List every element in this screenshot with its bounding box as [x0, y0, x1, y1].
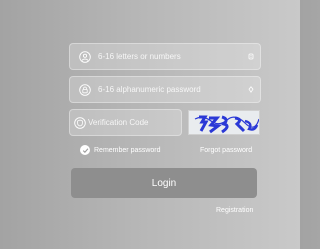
registration-link[interactable]: Registration: [216, 207, 253, 214]
password-input[interactable]: [96, 77, 245, 102]
password-field[interactable]: [69, 76, 261, 103]
username-input[interactable]: [96, 44, 245, 69]
lock-icon: [74, 76, 96, 103]
user-icon: [74, 43, 96, 70]
login-button[interactable]: Login: [71, 168, 257, 198]
shield-icon: [74, 109, 86, 136]
captcha-image[interactable]: [188, 110, 260, 135]
eye-icon[interactable]: [245, 76, 257, 103]
remember-password-label: Remember password: [94, 146, 161, 154]
info-icon[interactable]: [245, 43, 257, 70]
username-field[interactable]: [69, 43, 261, 70]
remember-password[interactable]: Remember password: [80, 145, 161, 155]
captcha-field[interactable]: [69, 109, 198, 136]
checkbox-checked-icon[interactable]: [80, 145, 90, 155]
captcha-input[interactable]: [86, 110, 198, 135]
forgot-password-link[interactable]: Forgot password: [200, 147, 252, 154]
